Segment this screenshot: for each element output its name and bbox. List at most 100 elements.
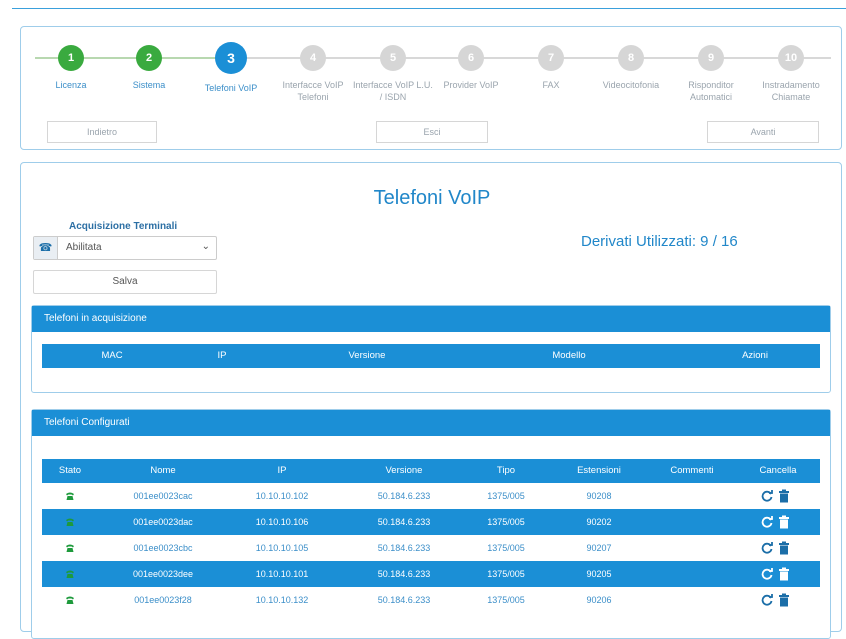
step-number: 2 bbox=[136, 45, 162, 71]
phone-icon bbox=[66, 544, 74, 552]
column-header: Nome bbox=[150, 465, 176, 476]
step-label: Risponditor Automatici bbox=[688, 80, 734, 102]
cell-tipo: 1375/005 bbox=[487, 595, 525, 605]
table-row[interactable]: 001ee0023dee 10.10.10.101 50.184.6.233 1… bbox=[42, 561, 820, 587]
exit-button[interactable]: Esci bbox=[376, 121, 488, 143]
configured-table-header: Stato Nome IP Versione Tipo Estensioni C… bbox=[42, 459, 820, 483]
refresh-icon[interactable] bbox=[760, 593, 774, 607]
cell-tipo: 1375/005 bbox=[487, 543, 525, 553]
wizard-step-videocitofonia[interactable]: 8 Videocitofonia bbox=[591, 45, 671, 91]
acquisition-panel-title: Telefoni in acquisizione bbox=[32, 306, 830, 332]
step-number: 4 bbox=[300, 45, 326, 71]
trash-icon[interactable] bbox=[778, 515, 790, 529]
save-button[interactable]: Salva bbox=[33, 270, 217, 294]
cell-tipo: 1375/005 bbox=[487, 569, 525, 579]
wizard-step-licenza[interactable]: 1 Licenza bbox=[31, 45, 111, 91]
wizard-step-fax[interactable]: 7 FAX bbox=[511, 45, 591, 91]
trash-icon[interactable] bbox=[778, 567, 790, 581]
row-actions bbox=[760, 489, 790, 508]
trash-icon[interactable] bbox=[778, 593, 790, 607]
wizard-step-interfacce-isdn[interactable]: 5 Interfacce VoIP L.U. / ISDN bbox=[353, 45, 433, 103]
table-row[interactable]: 001ee0023dac 10.10.10.106 50.184.6.233 1… bbox=[42, 509, 820, 535]
step-number: 10 bbox=[778, 45, 804, 71]
phone-icon bbox=[66, 596, 74, 604]
cell-estensioni: 90202 bbox=[586, 517, 612, 527]
column-header: Azioni bbox=[742, 350, 768, 361]
acquisition-select[interactable]: ☎ Abilitata ⌄ bbox=[33, 236, 217, 260]
refresh-icon[interactable] bbox=[760, 541, 774, 555]
chevron-down-icon: ⌄ bbox=[201, 241, 210, 252]
cell-nome: 001ee0023cac bbox=[133, 491, 193, 501]
step-number: 3 bbox=[215, 42, 247, 74]
step-label: Telefoni VoIP bbox=[204, 83, 258, 93]
main-panel: Telefoni VoIP Acquisizione Terminali ☎ A… bbox=[20, 162, 842, 639]
step-label: Sistema bbox=[132, 80, 166, 90]
derivati-counter: Derivati Utilizzati: 9 / 16 bbox=[581, 233, 738, 250]
row-actions bbox=[760, 567, 790, 586]
next-button[interactable]: Avanti bbox=[707, 121, 819, 143]
cell-ip: 10.10.10.105 bbox=[255, 543, 309, 553]
cell-tipo: 1375/005 bbox=[487, 517, 525, 527]
cell-nome: 001ee0023dac bbox=[133, 517, 193, 527]
cell-estensioni: 90208 bbox=[586, 491, 612, 501]
wizard-stepper: 1 Licenza 2 Sistema 3 Telefoni VoIP 4 In… bbox=[20, 26, 842, 150]
cell-ip: 10.10.10.101 bbox=[255, 569, 309, 579]
cell-nome: 001ee0023cbc bbox=[133, 543, 193, 553]
step-label: Interfacce VoIP L.U. / ISDN bbox=[353, 80, 433, 102]
trash-icon[interactable] bbox=[778, 541, 790, 555]
cell-versione: 50.184.6.233 bbox=[377, 595, 431, 605]
app-window: 1 Licenza 2 Sistema 3 Telefoni VoIP 4 In… bbox=[0, 0, 846, 639]
row-actions bbox=[760, 541, 790, 560]
column-header: Modello bbox=[552, 350, 586, 361]
cell-versione: 50.184.6.233 bbox=[377, 517, 431, 527]
column-header: Versione bbox=[385, 465, 423, 476]
configured-panel-title: Telefoni Configurati bbox=[32, 410, 830, 436]
wizard-step-instradamento[interactable]: 10 Instradamento Chiamate bbox=[751, 45, 831, 103]
table-row[interactable]: 001ee0023cbc 10.10.10.105 50.184.6.233 1… bbox=[42, 535, 820, 561]
cell-versione: 50.184.6.233 bbox=[377, 569, 431, 579]
cell-ip: 10.10.10.106 bbox=[255, 517, 309, 527]
column-header: Versione bbox=[348, 350, 386, 361]
wizard-step-sistema[interactable]: 2 Sistema bbox=[109, 45, 189, 91]
table-row[interactable]: 001ee0023cac 10.10.10.102 50.184.6.233 1… bbox=[42, 483, 820, 509]
cell-nome: 001ee0023dee bbox=[132, 569, 194, 579]
cell-estensioni: 90205 bbox=[586, 569, 612, 579]
cell-ip: 10.10.10.102 bbox=[255, 491, 309, 501]
cell-estensioni: 90207 bbox=[586, 543, 612, 553]
wizard-step-telefoni-voip[interactable]: 3 Telefoni VoIP bbox=[191, 42, 271, 94]
step-number: 9 bbox=[698, 45, 724, 71]
refresh-icon[interactable] bbox=[760, 567, 774, 581]
refresh-icon[interactable] bbox=[760, 489, 774, 503]
step-label: Provider VoIP bbox=[443, 80, 499, 90]
column-header: Estensioni bbox=[577, 465, 621, 476]
wizard-step-risponditori[interactable]: 9 Risponditor Automatici bbox=[671, 45, 751, 103]
step-number: 8 bbox=[618, 45, 644, 71]
wizard-step-provider-voip[interactable]: 6 Provider VoIP bbox=[431, 45, 511, 91]
column-header: Cancella bbox=[759, 465, 797, 476]
back-button[interactable]: Indietro bbox=[47, 121, 157, 143]
acquisition-panel: Telefoni in acquisizione MAC IP Versione… bbox=[31, 305, 831, 393]
cell-versione: 50.184.6.233 bbox=[377, 543, 431, 553]
configured-panel: Telefoni Configurati Stato Nome IP Versi… bbox=[31, 409, 831, 639]
top-divider bbox=[12, 8, 846, 9]
column-header: Stato bbox=[58, 465, 82, 476]
refresh-icon[interactable] bbox=[760, 515, 774, 529]
page-title: Telefoni VoIP bbox=[373, 187, 491, 209]
acquisition-label: Acquisizione Terminali bbox=[69, 221, 178, 232]
phone-icon bbox=[66, 518, 74, 526]
acquisition-select-value: Abilitata bbox=[66, 242, 102, 253]
step-number: 1 bbox=[58, 45, 84, 71]
trash-icon[interactable] bbox=[778, 489, 790, 503]
row-actions bbox=[760, 593, 790, 612]
column-header: MAC bbox=[101, 350, 123, 361]
table-row[interactable]: 001ee0023f28 10.10.10.132 50.184.6.233 1… bbox=[42, 587, 820, 613]
cell-tipo: 1375/005 bbox=[487, 491, 525, 501]
wizard-step-interfacce-telefoni[interactable]: 4 Interfacce VoIP Telefoni bbox=[273, 45, 353, 103]
cell-ip: 10.10.10.132 bbox=[255, 595, 309, 605]
phone-icon bbox=[66, 570, 74, 578]
step-label: Instradamento Chiamate bbox=[762, 80, 820, 102]
step-label: FAX bbox=[542, 80, 560, 90]
step-number: 5 bbox=[380, 45, 406, 71]
row-actions bbox=[760, 515, 790, 534]
column-header: IP bbox=[277, 465, 287, 476]
